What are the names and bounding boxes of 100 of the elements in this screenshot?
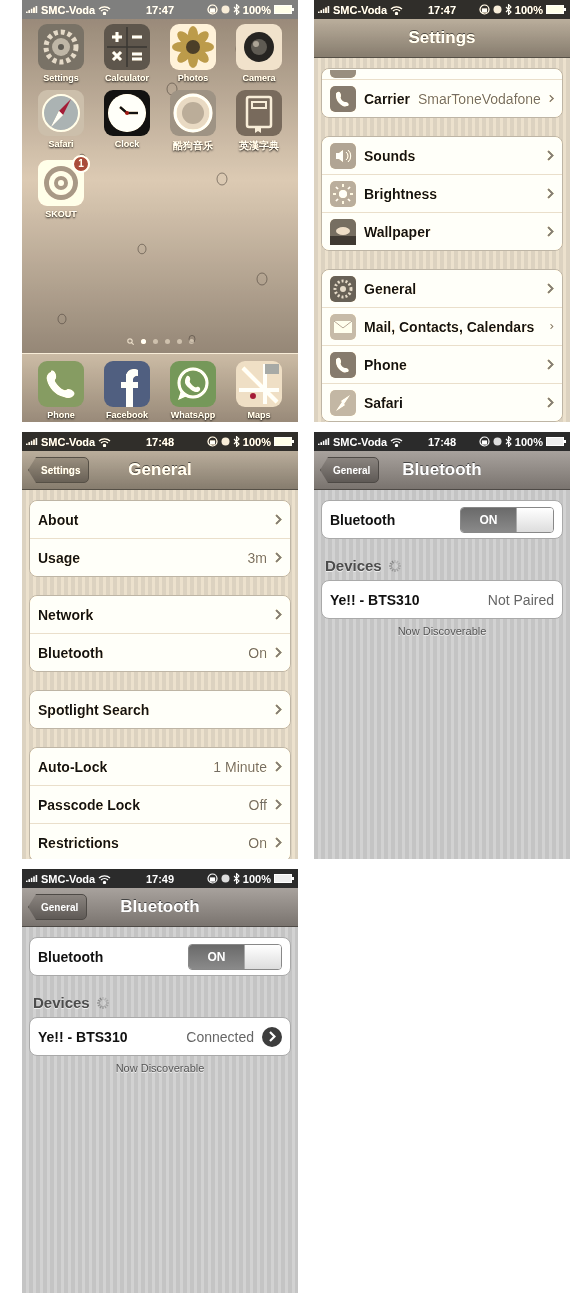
screen-title: Settings — [408, 28, 476, 48]
battery-icon — [274, 5, 294, 14]
envelope-icon — [330, 313, 356, 340]
settings-row[interactable]: Mail, Contacts, Calendars — [322, 307, 562, 345]
settings-row[interactable]: About — [30, 501, 290, 538]
battery-icon — [546, 437, 566, 446]
screen-title: Bluetooth — [120, 897, 200, 917]
settings-row[interactable]: Carrier SmarToneVodafone — [322, 79, 562, 117]
battery-percent: 100% — [242, 3, 271, 16]
settings-row[interactable]: Safari — [322, 383, 562, 421]
carrier-name: SMC-Voda — [41, 3, 96, 16]
settings-row[interactable]: General — [322, 270, 562, 307]
clock-icon[interactable] — [103, 89, 151, 137]
book-icon[interactable] — [235, 89, 283, 137]
app-label: Safari — [48, 139, 74, 149]
settings-row[interactable]: Wallpaper — [322, 212, 562, 250]
calculator-icon[interactable] — [103, 23, 151, 71]
back-button[interactable]: Settings — [28, 457, 90, 483]
chevron-icon — [547, 359, 554, 370]
signal-icon — [26, 874, 38, 883]
wifi-icon — [98, 873, 112, 884]
bluetooth-icon — [504, 436, 512, 447]
speech-bubble-icon[interactable] — [169, 360, 217, 408]
rotation-lock-icon — [478, 436, 490, 447]
rotation-lock-icon — [206, 873, 218, 884]
settings-row[interactable]: Restrictions On — [30, 823, 290, 859]
settings-row[interactable]: Network — [30, 596, 290, 633]
page-dot[interactable] — [152, 339, 158, 344]
status-time: 17:47 — [145, 3, 175, 16]
battery-icon — [274, 874, 294, 883]
back-button[interactable]: General — [320, 457, 380, 483]
app-label: Photos — [177, 73, 209, 83]
chevron-icon — [275, 799, 282, 810]
carrier-name: SMC-Voda — [41, 872, 96, 885]
chevron-icon — [550, 321, 554, 332]
chevron-icon — [268, 1031, 276, 1042]
row-label: Bluetooth — [38, 948, 104, 965]
wifi-icon — [98, 4, 112, 15]
status-time: 17:48 — [427, 435, 457, 448]
settings-row[interactable]: Spotlight Search — [30, 691, 290, 728]
chevron-icon — [275, 647, 282, 658]
bluetooth-icon — [232, 436, 240, 447]
settings-row[interactable]: Usage 3m — [30, 538, 290, 576]
battery-percent: 100% — [514, 3, 543, 16]
app-label: Phone — [47, 410, 75, 420]
wifi-icon — [390, 436, 404, 447]
alarm-icon — [220, 437, 230, 446]
page-dot[interactable] — [188, 339, 194, 344]
alarm-icon — [220, 5, 230, 14]
battery-icon — [546, 5, 566, 14]
map-icon[interactable] — [235, 360, 283, 408]
battery-percent: 100% — [514, 435, 543, 448]
settings-row[interactable]: Brightness — [322, 174, 562, 212]
device-row[interactable]: Ye!! - BTS310 Not Paired — [322, 581, 562, 618]
toggle-switch[interactable]: ON — [188, 943, 282, 970]
page-dot[interactable] — [140, 339, 146, 344]
chevron-icon — [275, 761, 282, 772]
rotation-lock-icon — [206, 436, 218, 447]
device-row[interactable]: Ye!! - BTS310 Connected — [30, 1018, 290, 1055]
screen-title: Bluetooth — [402, 460, 482, 480]
wifi-icon — [390, 4, 404, 15]
detail-button[interactable] — [262, 1026, 282, 1047]
chevron-icon — [275, 837, 282, 848]
app-label: Clock — [114, 139, 140, 149]
settings-row[interactable]: Auto-Lock 1 Minute — [30, 748, 290, 785]
phone-icon — [330, 351, 356, 378]
battery-percent: 100% — [242, 872, 271, 885]
app-label: 酷狗音乐 — [173, 139, 213, 153]
settings-row[interactable]: Sounds — [322, 137, 562, 174]
camera-icon[interactable] — [235, 23, 283, 71]
signal-icon — [26, 5, 38, 14]
chevron-icon — [547, 397, 554, 408]
settings-row[interactable]: Passcode Lock Off — [30, 785, 290, 823]
signal-icon — [318, 437, 330, 446]
compass-icon[interactable] — [37, 89, 85, 137]
page-dot[interactable] — [164, 339, 170, 344]
page-dot[interactable] — [176, 339, 182, 344]
section-header: Devices — [325, 557, 382, 574]
status-time: 17:47 — [427, 3, 457, 16]
status-time: 17:48 — [145, 435, 175, 448]
phone-icon[interactable] — [37, 360, 85, 408]
toggle-switch[interactable]: ON — [460, 506, 554, 533]
sun-icon — [330, 180, 356, 207]
chevron-icon — [275, 704, 282, 715]
settings-row[interactable]: Bluetooth On — [30, 633, 290, 671]
facebook-icon[interactable] — [103, 360, 151, 408]
footer-note: Now Discoverable — [397, 625, 487, 637]
rotation-lock-icon — [478, 4, 490, 15]
gear-icon[interactable] — [37, 23, 85, 71]
app-label: WhatsApp — [170, 410, 216, 420]
alarm-icon — [492, 437, 502, 446]
back-button[interactable]: General — [28, 894, 88, 920]
settings-row[interactable]: Phone — [322, 345, 562, 383]
chevron-icon — [547, 188, 554, 199]
bluetooth-icon — [232, 4, 240, 15]
chevron-icon — [275, 609, 282, 620]
app-label: Camera — [242, 73, 276, 83]
rotation-lock-icon — [206, 4, 218, 15]
app-label: SKOUT — [45, 209, 77, 219]
target-icon[interactable] — [37, 159, 85, 207]
